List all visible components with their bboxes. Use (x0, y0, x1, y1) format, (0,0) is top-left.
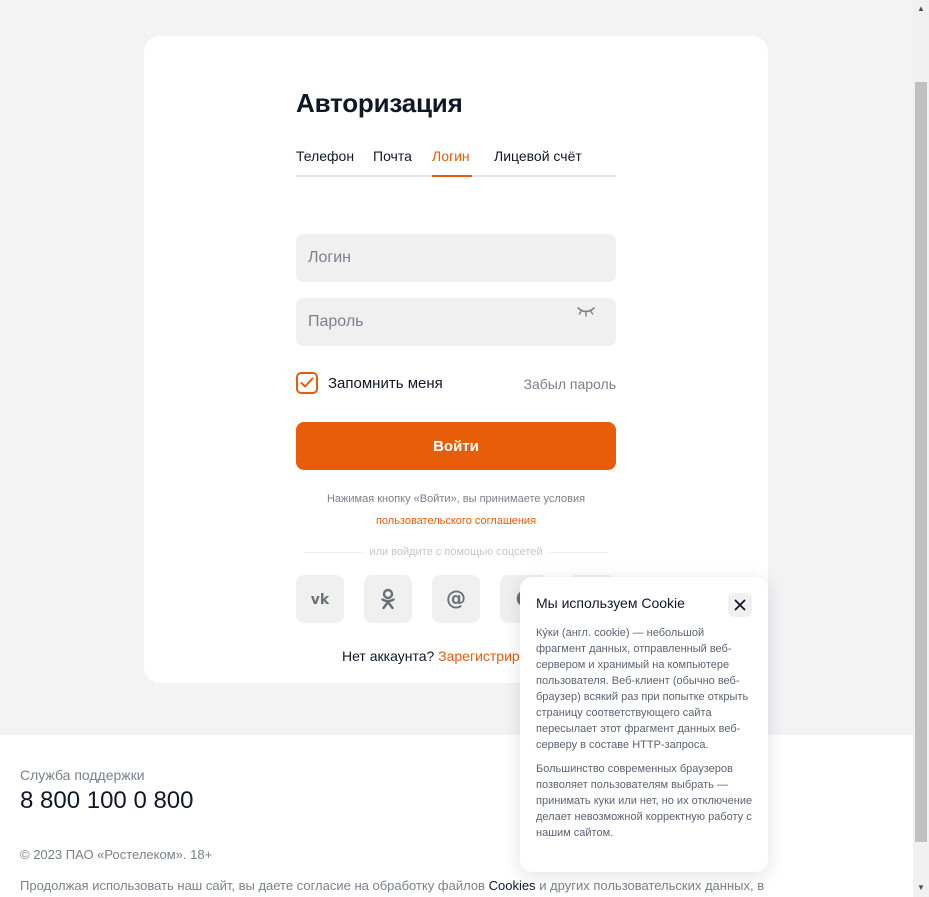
auth-form: Авторизация Телефон Почта Логин Лицевой … (296, 88, 616, 664)
checkmark-icon (300, 377, 314, 388)
cookie-paragraph-2: Большинство современных браузеров позвол… (536, 763, 753, 839)
cookies-link[interactable]: Cookies (489, 878, 536, 893)
register-link[interactable]: Зарегистрир (438, 648, 520, 664)
tab-phone[interactable]: Телефон (296, 148, 354, 164)
social-divider-text: или войдите с помощью соцсетей (369, 546, 543, 558)
footer: Служба поддержки 8 800 100 0 800 © 2023 … (0, 735, 913, 897)
support-label: Служба поддержки (20, 767, 145, 783)
auth-tabs: Телефон Почта Логин Лицевой счёт (296, 143, 616, 177)
social-divider: или войдите с помощью соцсетей (304, 544, 608, 560)
login-input[interactable] (296, 234, 616, 282)
scroll-up-arrow-icon[interactable]: ▲ (917, 4, 925, 14)
register-prompt: Нет аккаунта? Зарегистрир (342, 648, 520, 664)
copyright: © 2023 ПАО «Ростелеком». 18+ (20, 847, 213, 862)
tab-login[interactable]: Логин (432, 148, 470, 164)
close-icon (734, 599, 746, 611)
login-button[interactable]: Войти (296, 422, 616, 470)
no-account-text: Нет аккаунта? (342, 648, 435, 664)
svg-text:@: @ (446, 588, 466, 610)
remember-me-label: Запомнить меня (328, 374, 443, 392)
eye-closed-icon[interactable] (576, 304, 596, 318)
active-tab-indicator (432, 175, 472, 177)
remember-me-checkbox[interactable]: Запомнить меня (296, 372, 443, 394)
mail-icon: @ (446, 588, 466, 610)
divider-line-right (548, 551, 608, 553)
ok-login-button[interactable] (364, 575, 412, 623)
consent-tail: и других пользовательских данных, в (539, 878, 765, 893)
tab-email[interactable]: Почта (373, 148, 412, 164)
vk-icon: vk (311, 592, 330, 606)
terms-text: Нажимая кнопку «Войти», вы принимаете ус… (326, 493, 586, 505)
vk-login-button[interactable]: vk (296, 575, 344, 623)
scrollbar-thumb[interactable] (915, 82, 927, 842)
mailru-login-button[interactable]: @ (432, 575, 480, 623)
page-title: Авторизация (296, 88, 463, 118)
support-phone[interactable]: 8 800 100 0 800 (20, 787, 194, 815)
cookie-popup: Мы используем Cookie Ку́ки (англ. cookie… (520, 577, 768, 872)
checkbox-box[interactable] (296, 372, 318, 394)
scroll-down-arrow-icon[interactable]: ▼ (917, 883, 925, 893)
terms-link[interactable]: пользовательского соглашения (296, 510, 616, 532)
cookie-close-button[interactable] (728, 593, 752, 617)
svg-text:vk: vk (311, 592, 330, 606)
terms-notice: Нажимая кнопку «Войти», вы принимаете ус… (296, 488, 616, 532)
consent-text: Продолжая использовать наш сайт, вы дает… (20, 878, 485, 893)
cookie-paragraph-1: Ку́ки (англ. cookie) — небольшой фрагмен… (536, 627, 749, 751)
password-input[interactable] (296, 298, 616, 346)
divider-line-left (304, 551, 364, 553)
forgot-password-link[interactable]: Забыл пароль (524, 376, 616, 392)
ok-icon (381, 588, 395, 610)
cookie-popup-title: Мы используем Cookie (536, 595, 685, 611)
tab-account[interactable]: Лицевой счёт (494, 148, 582, 164)
cookie-consent-text: Продолжая использовать наш сайт, вы дает… (20, 878, 764, 893)
scrollbar[interactable]: ▲ ▼ (913, 0, 929, 897)
